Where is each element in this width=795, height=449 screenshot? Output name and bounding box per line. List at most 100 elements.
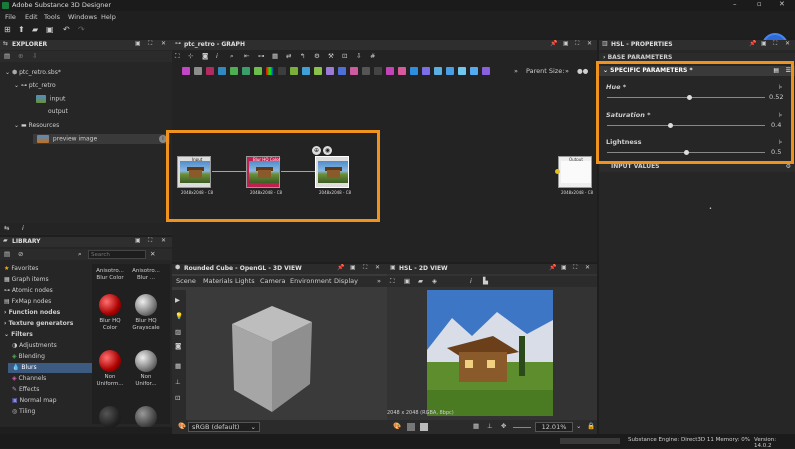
library-item-blur-dark[interactable] — [93, 406, 127, 427]
camera-icon[interactable]: ◙ — [202, 52, 208, 60]
pin-icon[interactable]: 📌 — [550, 40, 557, 47]
download-icon[interactable]: ⇩ — [356, 52, 361, 60]
node-uniform-icon[interactable] — [194, 67, 202, 75]
category-effects[interactable]: ✎ Effects — [0, 385, 92, 395]
tree-input[interactable]: input — [0, 94, 172, 104]
tree-resources[interactable]: ⌄ ▬ Resources — [0, 121, 172, 131]
close-icon[interactable]: ✕ — [587, 40, 592, 47]
menu-scene[interactable]: Scene — [176, 277, 196, 285]
histogram-icon[interactable]: ▙ — [483, 277, 488, 285]
float-icon[interactable]: ▣ — [350, 264, 356, 271]
category-texture-generators[interactable]: › Texture generators — [0, 319, 92, 329]
menu-windows[interactable]: Windows — [68, 13, 97, 21]
node-emboss-icon[interactable] — [290, 67, 298, 75]
clear-icon[interactable]: ✕ — [150, 250, 155, 258]
menu-materials[interactable]: Materials — [203, 277, 233, 285]
close-icon[interactable]: ✕ — [161, 40, 166, 47]
grid-icon[interactable]: ▦ — [473, 422, 479, 430]
menu-help[interactable]: Help — [101, 13, 116, 21]
close-icon[interactable]: ✕ — [375, 264, 380, 271]
node-hsl-icon[interactable] — [266, 67, 274, 75]
export-icon[interactable]: ⊡ — [342, 52, 347, 60]
node-text-icon[interactable] — [218, 67, 226, 75]
category-atomic-nodes[interactable]: ⊶ Atomic nodes — [0, 286, 92, 296]
zoom-field[interactable]: 12.01% — [535, 422, 573, 432]
light-icon[interactable]: 💡 — [175, 312, 183, 320]
node-shape-icon[interactable] — [386, 67, 394, 75]
category-blurs[interactable]: 💧 Blurs — [8, 363, 92, 373]
filter-icon[interactable]: ⊘ — [18, 250, 23, 258]
pin-icon[interactable]: 📌 — [549, 264, 556, 271]
output-port[interactable] — [555, 169, 560, 174]
tree-package[interactable]: ⌄ ⬢ ptc_retro.sbs* — [0, 68, 172, 78]
maximize-icon[interactable]: ⛶ — [148, 40, 152, 48]
node-fx-icon[interactable] — [350, 67, 358, 75]
category-favorites[interactable]: ★ Favorites — [0, 264, 92, 274]
library-item-non-uniform-color[interactable]: Non Uniform... — [93, 350, 127, 388]
close-button[interactable]: ✕ — [779, 0, 785, 8]
tree-output[interactable]: output — [0, 107, 172, 117]
node-normal-icon[interactable] — [326, 67, 334, 75]
more-icon[interactable]: » — [377, 277, 381, 285]
frame-icon[interactable]: ⛶ — [175, 52, 180, 61]
close-icon[interactable]: ✕ — [585, 264, 590, 271]
tiling-icon[interactable]: ⊥ — [487, 422, 493, 430]
tool-icon[interactable]: ⚒ — [328, 52, 334, 60]
library-item-blur-dark-gray[interactable] — [129, 406, 163, 427]
menu-display[interactable]: Display — [334, 277, 358, 285]
node-bitmap-icon[interactable] — [182, 67, 190, 75]
category-normal-map[interactable]: ▣ Normal map — [0, 396, 92, 406]
category-function-nodes[interactable]: › Function nodes — [0, 308, 92, 318]
menu-environment[interactable]: Environment — [290, 277, 332, 285]
category-filters[interactable]: ⌄ Filters — [0, 330, 92, 340]
pin-icon[interactable]: ⇆ — [4, 224, 9, 232]
grid-icon[interactable]: # — [370, 52, 375, 60]
output-node[interactable]: Output — [558, 156, 592, 188]
float-icon[interactable]: ▣ — [135, 237, 141, 244]
node-cells-icon[interactable] — [410, 67, 418, 75]
uv-icon[interactable]: ⊡ — [175, 394, 180, 402]
view-icon[interactable]: ▤ — [4, 250, 10, 258]
close-icon[interactable]: ✕ — [161, 237, 166, 244]
chevron-down-icon[interactable]: ⌄ — [576, 422, 581, 430]
options-icon[interactable]: ●● — [577, 67, 588, 75]
undo-icon[interactable]: ↶ — [63, 25, 70, 34]
color-management-icon[interactable]: 🎨 — [393, 422, 401, 430]
fit-icon[interactable]: ⊹ — [188, 52, 193, 60]
pin-icon[interactable]: 📌 — [749, 40, 756, 47]
more-icon[interactable]: » — [514, 67, 518, 75]
pin-icon[interactable]: 📌 — [337, 264, 344, 271]
connect-icon[interactable]: ⇄ — [286, 52, 291, 60]
link-icon[interactable]: ⊶ — [258, 52, 265, 60]
node-warp-icon[interactable] — [302, 67, 310, 75]
curve-icon[interactable]: ↰ — [300, 52, 305, 60]
info-icon[interactable]: i — [22, 224, 24, 232]
node-blur-icon[interactable] — [446, 67, 454, 75]
redo-icon[interactable]: ↷ — [78, 25, 85, 34]
library-search-input[interactable] — [88, 250, 146, 259]
node-extra2-icon[interactable] — [482, 67, 490, 75]
axis-icon[interactable]: ⊥ — [175, 378, 181, 386]
parent-size-dropdown[interactable]: » — [565, 67, 569, 75]
node-mask-icon[interactable] — [422, 67, 430, 75]
menu-tools[interactable]: Tools — [44, 13, 60, 21]
grid-icon[interactable]: ▦ — [175, 362, 181, 370]
add-icon[interactable]: ▤ — [4, 52, 10, 60]
new-graph-icon[interactable]: ⊞ — [4, 25, 11, 34]
node-outline-icon[interactable] — [434, 67, 442, 75]
node-pixel-icon[interactable] — [362, 67, 370, 75]
category-adjustments[interactable]: ◑ Adjustments — [0, 341, 92, 351]
node-extra-icon[interactable] — [470, 67, 478, 75]
library-item-blur-hq-grayscale[interactable]: Blur HQ Grayscale — [129, 294, 163, 332]
tree-graph[interactable]: ⌄ ⊶ ptc_retro — [0, 81, 172, 91]
save-icon[interactable]: ▣ — [404, 277, 410, 285]
folder-icon[interactable]: ▰ — [418, 277, 423, 285]
node-transform-icon[interactable] — [338, 67, 346, 75]
menu-edit[interactable]: Edit — [25, 13, 38, 21]
node-gradient-icon[interactable] — [230, 67, 238, 75]
node-blend-icon[interactable] — [278, 67, 286, 75]
download-icon[interactable]: ⇩ — [32, 52, 37, 60]
table-icon[interactable]: ▦ — [272, 52, 278, 60]
channel-swatch[interactable] — [407, 423, 415, 431]
maximize-icon[interactable]: ⛶ — [148, 237, 152, 245]
